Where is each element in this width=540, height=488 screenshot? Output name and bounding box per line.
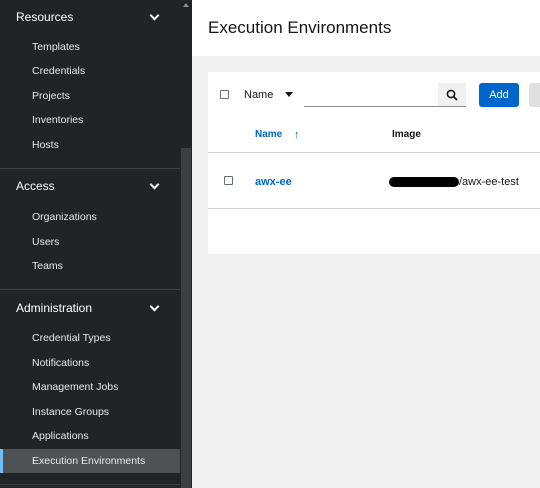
chevron-down-icon <box>149 10 160 20</box>
add-button[interactable]: Add <box>479 83 519 107</box>
sidebar-group-administration[interactable]: Administration <box>0 291 180 325</box>
sidebar: Resources Templates Credentials Projects… <box>0 0 192 488</box>
main-content: Execution Environments Name Add Name ↑ I… <box>192 0 540 488</box>
sidebar-item-notifications[interactable]: Notifications <box>0 351 180 375</box>
sidebar-item-projects[interactable]: Projects <box>0 84 180 108</box>
caret-down-icon <box>285 92 293 97</box>
sidebar-item-templates[interactable]: Templates <box>0 35 180 59</box>
sidebar-item-inventories[interactable]: Inventories <box>0 108 180 132</box>
sidebar-item-organizations[interactable]: Organizations <box>0 205 180 229</box>
sidebar-item-management-jobs[interactable]: Management Jobs <box>0 375 180 399</box>
toolbar-overflow-button[interactable] <box>529 83 540 107</box>
column-header-image: Image <box>392 129 421 140</box>
row-checkbox[interactable] <box>224 176 233 185</box>
sidebar-item-credentials[interactable]: Credentials <box>0 59 180 83</box>
sidebar-group-access[interactable]: Access <box>0 169 180 203</box>
sidebar-item-applications[interactable]: Applications <box>0 424 180 448</box>
scroll-up-icon[interactable] <box>181 0 191 14</box>
table-divider <box>208 208 540 209</box>
sidebar-scrollbar-thumb[interactable] <box>181 148 191 488</box>
sort-ascending-icon[interactable]: ↑ <box>294 129 300 141</box>
execution-environments-list: Name Add Name ↑ Image awx-ee /awx-ee-tes… <box>208 72 540 254</box>
execution-environment-name-link[interactable]: awx-ee <box>255 176 292 188</box>
search-input[interactable] <box>304 83 438 107</box>
sidebar-group-label: Resources <box>16 10 74 24</box>
select-all-checkbox[interactable] <box>220 90 229 99</box>
table-divider <box>208 152 540 153</box>
chevron-down-icon <box>149 301 160 311</box>
page-title: Execution Environments <box>208 18 392 37</box>
chevron-down-icon <box>149 179 160 189</box>
sidebar-group-label: Access <box>16 179 55 193</box>
search-icon <box>446 89 458 101</box>
sidebar-group-label: Administration <box>16 301 93 315</box>
search-button[interactable] <box>438 83 466 107</box>
sidebar-item-users[interactable]: Users <box>0 230 180 254</box>
page-header: Execution Environments <box>192 0 540 56</box>
sidebar-item-hosts[interactable]: Hosts <box>0 133 180 157</box>
sidebar-item-credential-types[interactable]: Credential Types <box>0 326 180 350</box>
execution-environment-image: /awx-ee-test <box>459 176 519 188</box>
sidebar-item-execution-environments[interactable]: Execution Environments <box>0 449 180 473</box>
sidebar-divider <box>0 484 180 485</box>
redacted-image-registry <box>389 177 459 187</box>
column-header-name[interactable]: Name <box>255 129 282 140</box>
filter-select-value: Name <box>244 89 274 101</box>
sidebar-item-instance-groups[interactable]: Instance Groups <box>0 400 180 424</box>
sidebar-item-teams[interactable]: Teams <box>0 254 180 278</box>
sidebar-group-resources[interactable]: Resources <box>0 0 180 34</box>
sidebar-divider <box>0 289 180 290</box>
